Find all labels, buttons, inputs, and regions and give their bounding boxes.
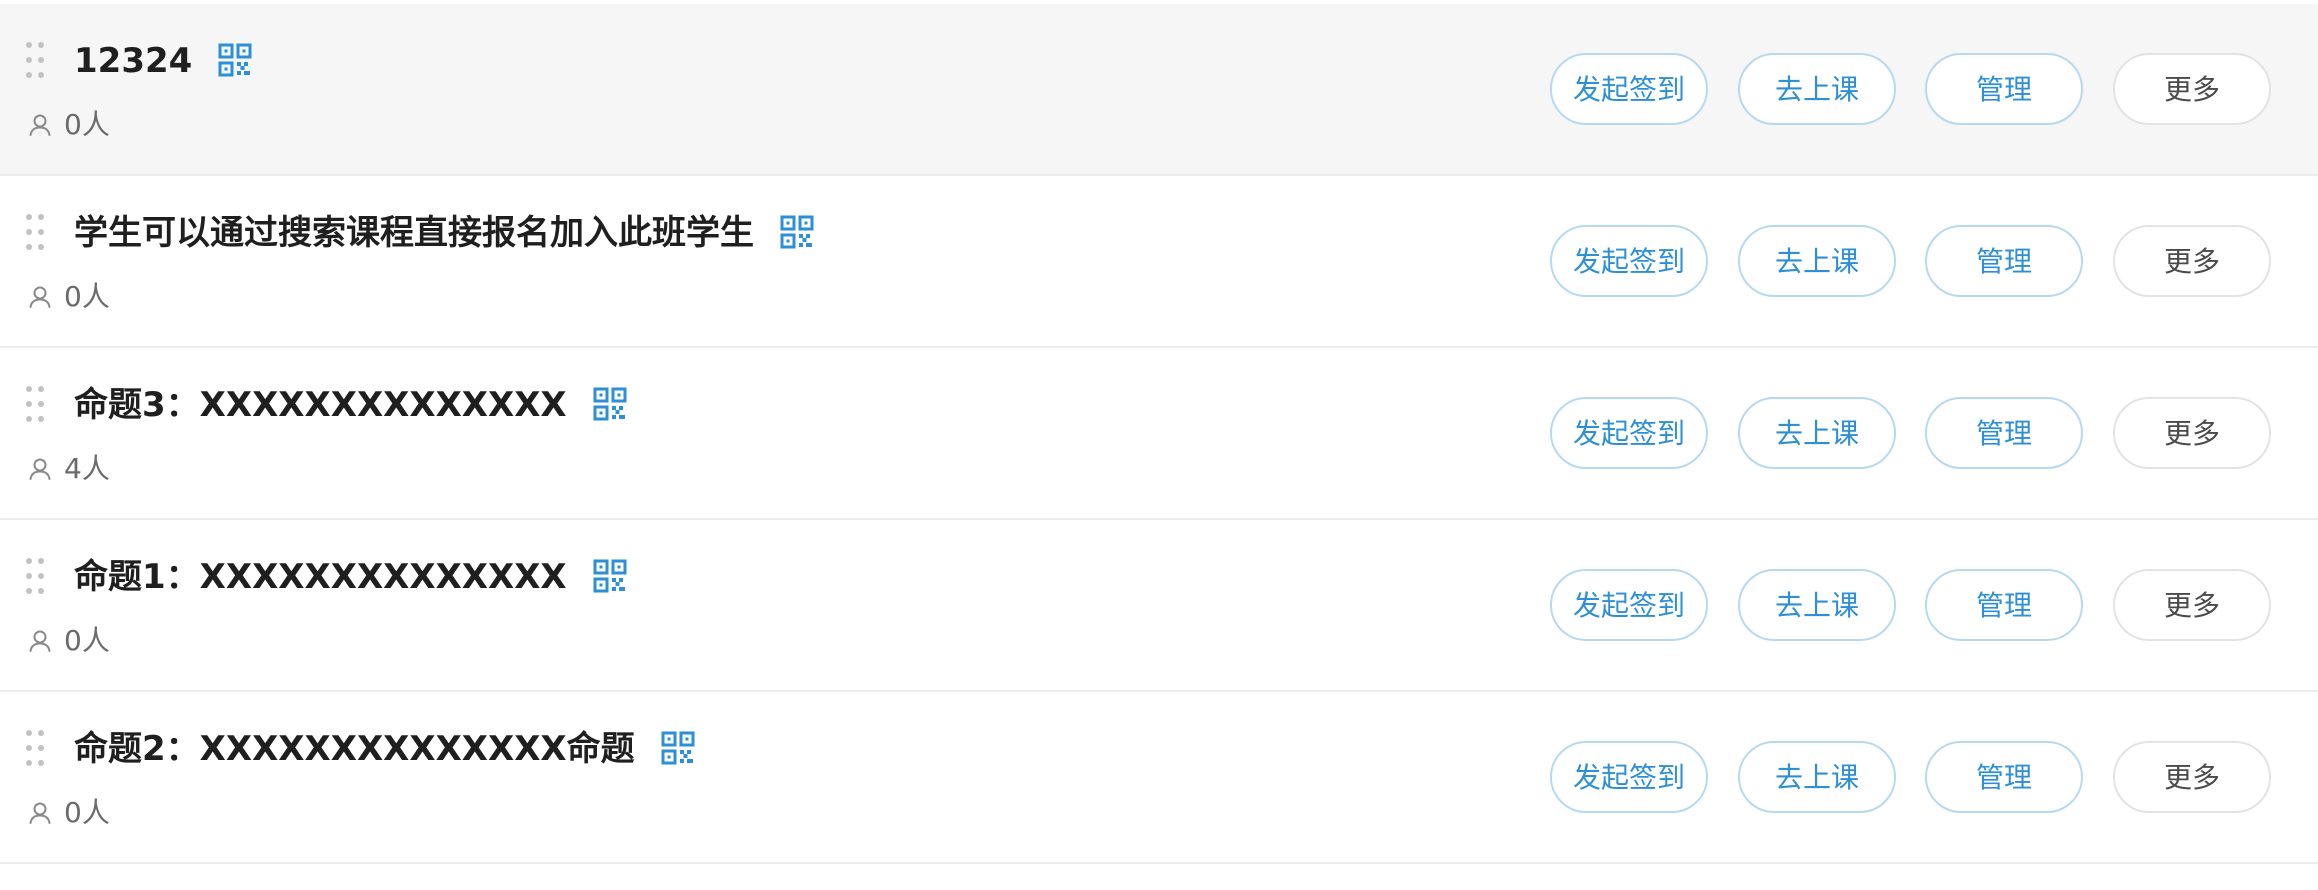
sign-in-button[interactable]: 发起签到: [1550, 53, 1708, 125]
member-count-label: 0人: [64, 796, 110, 829]
member-count-label: 0人: [64, 624, 110, 657]
member-count: 0人: [28, 278, 110, 316]
qr-code-icon[interactable]: [593, 559, 627, 593]
more-button[interactable]: 更多: [2113, 225, 2271, 297]
class-title-line: 学生可以通过搜索课程直接报名加入此班学生: [74, 210, 814, 256]
member-count-label: 0人: [64, 108, 110, 141]
class-list: 12324 0人 发起签到 去上课 管理 更多 学生可以通过搜索课程直接报名加入此班学生 0人…: [0, 4, 2318, 864]
sign-in-button[interactable]: 发起签到: [1550, 397, 1708, 469]
person-icon: [28, 624, 64, 657]
class-row[interactable]: 12324 0人 发起签到 去上课 管理 更多: [0, 4, 2318, 176]
drag-handle-icon[interactable]: [26, 386, 46, 424]
class-row[interactable]: 命题2：XXXXXXXXXXXXXX命题 0人 发起签到 去上课 管理 更多: [0, 692, 2318, 864]
attend-class-button[interactable]: 去上课: [1738, 225, 1896, 297]
manage-button[interactable]: 管理: [1925, 397, 2083, 469]
class-row[interactable]: 学生可以通过搜索课程直接报名加入此班学生 0人 发起签到 去上课 管理 更多: [0, 176, 2318, 348]
class-title: 命题3：XXXXXXXXXXXXXX: [74, 385, 567, 425]
person-icon: [28, 796, 64, 829]
more-button[interactable]: 更多: [2113, 53, 2271, 125]
class-title-line: 命题1：XXXXXXXXXXXXXX: [74, 554, 627, 600]
more-button[interactable]: 更多: [2113, 397, 2271, 469]
person-icon: [28, 108, 64, 141]
person-icon: [28, 452, 64, 485]
sign-in-button[interactable]: 发起签到: [1550, 225, 1708, 297]
member-count: 4人: [28, 450, 110, 488]
qr-code-icon[interactable]: [661, 731, 695, 765]
attend-class-button[interactable]: 去上课: [1738, 53, 1896, 125]
class-row[interactable]: 命题1：XXXXXXXXXXXXXX 0人 发起签到 去上课 管理 更多: [0, 520, 2318, 692]
manage-button[interactable]: 管理: [1925, 741, 2083, 813]
class-title: 学生可以通过搜索课程直接报名加入此班学生: [74, 213, 754, 253]
member-count: 0人: [28, 794, 110, 832]
class-title: 命题2：XXXXXXXXXXXXXX命题: [74, 729, 635, 769]
drag-handle-icon[interactable]: [26, 558, 46, 596]
qr-code-icon[interactable]: [593, 387, 627, 421]
attend-class-button[interactable]: 去上课: [1738, 569, 1896, 641]
member-count: 0人: [28, 106, 110, 144]
member-count-label: 0人: [64, 280, 110, 313]
class-title-line: 命题2：XXXXXXXXXXXXXX命题: [74, 726, 695, 772]
manage-button[interactable]: 管理: [1925, 225, 2083, 297]
sign-in-button[interactable]: 发起签到: [1550, 569, 1708, 641]
qr-code-icon[interactable]: [218, 43, 252, 77]
class-title-line: 12324: [74, 38, 252, 84]
member-count: 0人: [28, 622, 110, 660]
member-count-label: 4人: [64, 452, 110, 485]
attend-class-button[interactable]: 去上课: [1738, 741, 1896, 813]
person-icon: [28, 280, 64, 313]
manage-button[interactable]: 管理: [1925, 569, 2083, 641]
manage-button[interactable]: 管理: [1925, 53, 2083, 125]
attend-class-button[interactable]: 去上课: [1738, 397, 1896, 469]
drag-handle-icon[interactable]: [26, 42, 46, 80]
drag-handle-icon[interactable]: [26, 730, 46, 768]
class-title: 命题1：XXXXXXXXXXXXXX: [74, 557, 567, 597]
more-button[interactable]: 更多: [2113, 569, 2271, 641]
qr-code-icon[interactable]: [780, 215, 814, 249]
sign-in-button[interactable]: 发起签到: [1550, 741, 1708, 813]
drag-handle-icon[interactable]: [26, 214, 46, 252]
class-title: 12324: [74, 41, 193, 81]
class-title-line: 命题3：XXXXXXXXXXXXXX: [74, 382, 627, 428]
class-row[interactable]: 命题3：XXXXXXXXXXXXXX 4人 发起签到 去上课 管理 更多: [0, 348, 2318, 520]
more-button[interactable]: 更多: [2113, 741, 2271, 813]
